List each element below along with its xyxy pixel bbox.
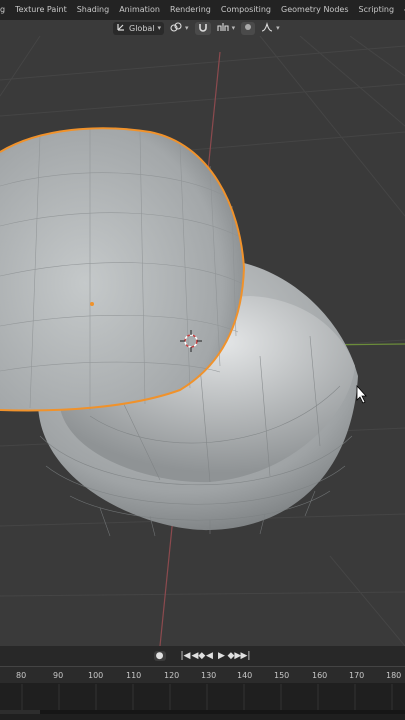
viewport-header: Global ▾ ▾ ▾ ▾ (0, 20, 405, 36)
auto-keying-toggle[interactable]: ● (153, 651, 166, 661)
viewport-canvas[interactable] (0, 35, 405, 647)
proportional-edit-toggle[interactable] (241, 21, 256, 35)
tab-geometry-nodes[interactable]: Geometry Nodes (276, 0, 353, 20)
jump-to-next-keyframe-button[interactable]: ◆▶ (228, 651, 242, 661)
tab-shading[interactable]: Shading (72, 0, 115, 20)
frame-tick-label: 130 (201, 671, 217, 680)
workspace-tab-bar: g Texture Paint Shading Animation Render… (0, 0, 405, 20)
add-workspace-button[interactable]: + (399, 5, 405, 16)
snap-toggle[interactable] (194, 21, 211, 35)
tab-layout[interactable]: g (0, 0, 10, 20)
frame-number-strip[interactable]: 80 90 100 110 120 130 140 150 160 170 18… (0, 666, 405, 683)
timeline-header: ● |◀ ◀◆ ◀ ▶ ◆▶ ▶| (0, 646, 405, 666)
transform-orientation-dropdown[interactable]: Global ▾ (113, 21, 165, 35)
tab-rendering[interactable]: Rendering (165, 0, 216, 20)
object-origin-dot (90, 302, 94, 306)
tab-compositing[interactable]: Compositing (216, 0, 276, 20)
play-button[interactable]: ▶ (216, 651, 228, 661)
dome-mesh-selected[interactable] (0, 127, 246, 412)
frame-tick-label: 170 (349, 671, 365, 680)
mouse-cursor-icon (356, 384, 367, 404)
snap-target-dropdown[interactable]: ▾ (214, 22, 239, 35)
orientation-axes-icon (116, 22, 126, 34)
pivot-point-dropdown[interactable]: ▾ (167, 22, 192, 35)
tab-texture-paint[interactable]: Texture Paint (10, 0, 72, 20)
frame-tick-label: 120 (164, 671, 180, 680)
falloff-curve-icon (261, 21, 273, 34)
chevron-down-icon: ▾ (231, 24, 236, 32)
frame-tick-label: 140 (237, 671, 253, 680)
jump-to-end-button[interactable]: ▶| (240, 651, 252, 661)
play-reverse-button[interactable]: ◀ (204, 651, 216, 661)
snap-increment-icon (217, 22, 229, 34)
frame-tick-label: 110 (126, 671, 142, 680)
jump-to-start-button[interactable]: |◀ (180, 651, 192, 661)
chevron-down-icon: ▾ (157, 24, 162, 32)
tab-scripting[interactable]: Scripting (354, 0, 400, 20)
transform-orientation-label: Global (129, 23, 155, 33)
frame-tick-label: 160 (312, 671, 328, 680)
chevron-down-icon: ▾ (185, 24, 189, 32)
timeline-frame-grid (0, 684, 405, 714)
3d-viewport[interactable] (0, 35, 405, 647)
frame-tick-label: 100 (88, 671, 104, 680)
frame-tick-label: 150 (274, 671, 290, 680)
chevron-down-icon: ▾ (276, 24, 280, 32)
proportional-falloff-dropdown[interactable]: ▾ (258, 21, 283, 35)
jump-to-prev-keyframe-button[interactable]: ◀◆ (192, 651, 206, 661)
proportional-edit-icon (244, 23, 252, 33)
timeline-ruler[interactable]: 80 90 100 110 120 130 140 150 160 170 18… (0, 666, 405, 720)
frame-tick-label: 80 (16, 671, 27, 680)
frame-tick-label: 180 (386, 671, 402, 680)
pivot-link-icon (170, 22, 182, 34)
frame-tick-label: 90 (53, 671, 64, 680)
magnet-icon (198, 22, 208, 34)
tab-animation[interactable]: Animation (114, 0, 165, 20)
